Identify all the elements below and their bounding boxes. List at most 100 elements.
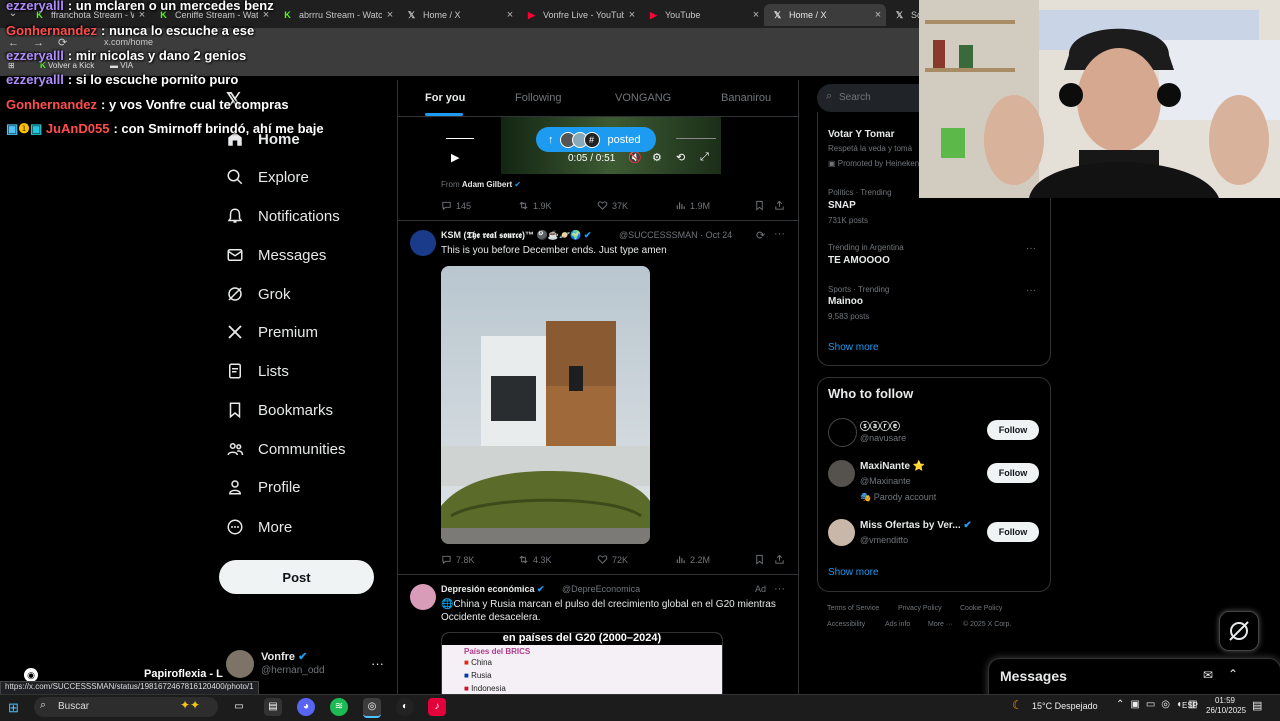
grok-button[interactable] xyxy=(1219,611,1259,651)
more-icon[interactable]: ··· xyxy=(1026,243,1036,254)
trend-name[interactable]: Mainoo xyxy=(828,296,863,307)
ad-image[interactable]: en países del G20 (2000–2024) Países del… xyxy=(441,632,723,700)
divider xyxy=(398,574,798,575)
more-icon[interactable]: ··· xyxy=(371,656,384,671)
avatar[interactable] xyxy=(410,230,436,256)
nav-communities[interactable]: Communities xyxy=(226,434,346,464)
windows-start-icon[interactable]: ⊞ xyxy=(8,700,19,716)
rotate-icon[interactable]: ⟲ xyxy=(676,151,685,164)
tab-for-you[interactable]: For you xyxy=(425,92,465,104)
nav-more[interactable]: More xyxy=(226,512,292,542)
close-icon[interactable]: × xyxy=(382,9,398,21)
repost-button[interactable]: 4.3K xyxy=(518,554,552,565)
browser-tab-active[interactable]: 𝕏 Home / X × xyxy=(764,4,886,26)
discord-icon[interactable]: ◕ xyxy=(297,698,315,716)
more-icon[interactable]: ··· xyxy=(774,583,785,595)
browser-tab[interactable]: 𝕏 So xyxy=(886,4,919,26)
browser-tab[interactable]: Kabrrru Stream - Watc × xyxy=(274,4,398,26)
nav-bookmarks[interactable]: Bookmarks xyxy=(226,395,333,425)
close-icon[interactable]: × xyxy=(624,9,640,21)
tweet-handle[interactable]: @SUCCESSSMAN · Oct 24 xyxy=(619,230,732,240)
bookmark-icon[interactable] xyxy=(754,200,769,211)
tweet-photo[interactable] xyxy=(441,266,650,544)
follow-button[interactable]: Follow xyxy=(987,463,1039,483)
trend-name[interactable]: Votar Y Tomar xyxy=(828,129,895,140)
more-icon[interactable]: ··· xyxy=(1026,285,1036,296)
repost-button[interactable]: 1.9K xyxy=(518,200,552,211)
video-progress-bar[interactable] xyxy=(446,138,474,139)
mute-icon[interactable]: 🔇 xyxy=(628,151,642,164)
browser-tab[interactable]: ▶ YouTube × xyxy=(640,4,764,26)
more-icon[interactable]: ··· xyxy=(774,228,785,240)
like-button[interactable]: 37K xyxy=(597,200,628,211)
posted-pill[interactable]: ↑ # posted xyxy=(536,127,656,152)
new-message-icon[interactable]: ✉ xyxy=(1203,668,1213,682)
settings-icon[interactable]: ⚙ xyxy=(652,151,662,164)
footer-link[interactable]: More ··· xyxy=(928,621,953,628)
views-button[interactable]: 1.9M xyxy=(675,200,710,211)
nav-premium[interactable]: Premium xyxy=(226,317,318,347)
nav-messages[interactable]: Messages xyxy=(226,240,326,270)
from-attribution[interactable]: From Adam Gilbert ✔ xyxy=(441,180,521,189)
like-button[interactable]: 72K xyxy=(597,554,628,565)
footer-link[interactable]: Terms of Service xyxy=(827,605,879,612)
browser-tab[interactable]: 𝕏 Home / X × xyxy=(398,4,518,26)
bookmark-icon[interactable] xyxy=(754,554,769,565)
chrome-icon[interactable]: ◎ xyxy=(363,698,381,718)
browser-tab[interactable]: ▶ Vonfre Live - YouTub × xyxy=(518,4,640,26)
obs-icon[interactable]: ◐ xyxy=(396,698,414,716)
avatar[interactable] xyxy=(828,418,857,447)
tiktok-icon[interactable]: ♪ xyxy=(428,698,446,716)
nav-lists[interactable]: Lists xyxy=(226,356,289,386)
url-field[interactable]: x.com/home xyxy=(104,37,153,47)
trend-name[interactable]: SNAP xyxy=(828,200,856,211)
nav-notifications[interactable]: Notifications xyxy=(226,201,340,231)
close-icon[interactable]: × xyxy=(748,9,764,21)
avatar[interactable] xyxy=(828,519,855,546)
account-name[interactable]: ⓢⓐⓡⓔ xyxy=(860,418,900,433)
tweet-author[interactable]: KSM (𝕿𝖍𝖊 𝖗𝖊𝖆𝖑 𝖘𝖔𝖚𝖗𝖈𝖊)™ 🎱☕🪐🌍 ✔ xyxy=(441,230,591,241)
nav-profile[interactable]: Profile xyxy=(226,472,301,502)
reply-button[interactable]: 145 xyxy=(441,200,471,211)
tab-following[interactable]: Following xyxy=(515,92,561,104)
clock[interactable]: 01:59 26/10/2025 xyxy=(1206,696,1246,716)
x-icon: 𝕏 xyxy=(407,9,416,20)
footer-link[interactable]: Privacy Policy xyxy=(898,605,942,612)
avatar[interactable] xyxy=(410,584,436,610)
nav-grok[interactable]: Grok xyxy=(226,279,291,309)
grok-icon[interactable]: ⟳ xyxy=(756,229,765,242)
footer-link[interactable]: Cookie Policy xyxy=(960,605,1002,612)
app-icon[interactable]: ▤ xyxy=(264,698,282,716)
fullscreen-icon[interactable]: ⤢ xyxy=(700,151,709,164)
close-icon[interactable]: × xyxy=(870,9,886,21)
trend-name[interactable]: TE AMOOOO xyxy=(828,255,890,266)
footer-link[interactable]: Ads info xyxy=(885,621,910,628)
views-button[interactable]: 2.2M xyxy=(675,554,710,565)
task-view-icon[interactable]: ▭ xyxy=(230,698,248,716)
play-icon[interactable]: ▶ xyxy=(451,151,459,164)
share-icon[interactable] xyxy=(774,554,789,565)
follow-button[interactable]: Follow xyxy=(987,420,1039,440)
weather-text[interactable]: 15°C Despejado xyxy=(1032,701,1098,711)
account-name[interactable]: Miss Ofertas by Ver... ✔ xyxy=(860,520,972,531)
tab-bananirou[interactable]: Bananirou xyxy=(721,92,771,104)
close-icon[interactable]: × xyxy=(502,9,518,21)
share-icon[interactable] xyxy=(774,200,789,211)
account-switcher[interactable]: Vonfre ✔ @hernan_odd ··· xyxy=(226,648,386,684)
spotify-icon[interactable]: ≋ xyxy=(330,698,348,716)
footer-link[interactable]: Accessibility xyxy=(827,621,865,628)
notification-icon[interactable]: ▤ xyxy=(1252,699,1262,712)
show-more-link[interactable]: Show more xyxy=(828,567,879,578)
show-more-link[interactable]: Show more xyxy=(828,342,879,353)
ad-handle[interactable]: @DepreEconomica xyxy=(562,584,640,594)
follow-button[interactable]: Follow xyxy=(987,522,1039,542)
reply-button[interactable]: 7.8K xyxy=(441,554,475,565)
ad-author[interactable]: Depresión económica ✔ xyxy=(441,584,545,595)
language-indicator[interactable]: ESP xyxy=(1182,701,1198,710)
avatar[interactable] xyxy=(828,460,855,487)
account-name[interactable]: MaxiNante ⭐ xyxy=(860,461,925,472)
nav-explore[interactable]: Explore xyxy=(226,162,309,192)
post-button[interactable]: Post xyxy=(219,560,374,594)
tab-vongang[interactable]: VONGANG xyxy=(615,92,671,104)
chevron-up-icon[interactable]: ⌃ xyxy=(1228,667,1238,681)
